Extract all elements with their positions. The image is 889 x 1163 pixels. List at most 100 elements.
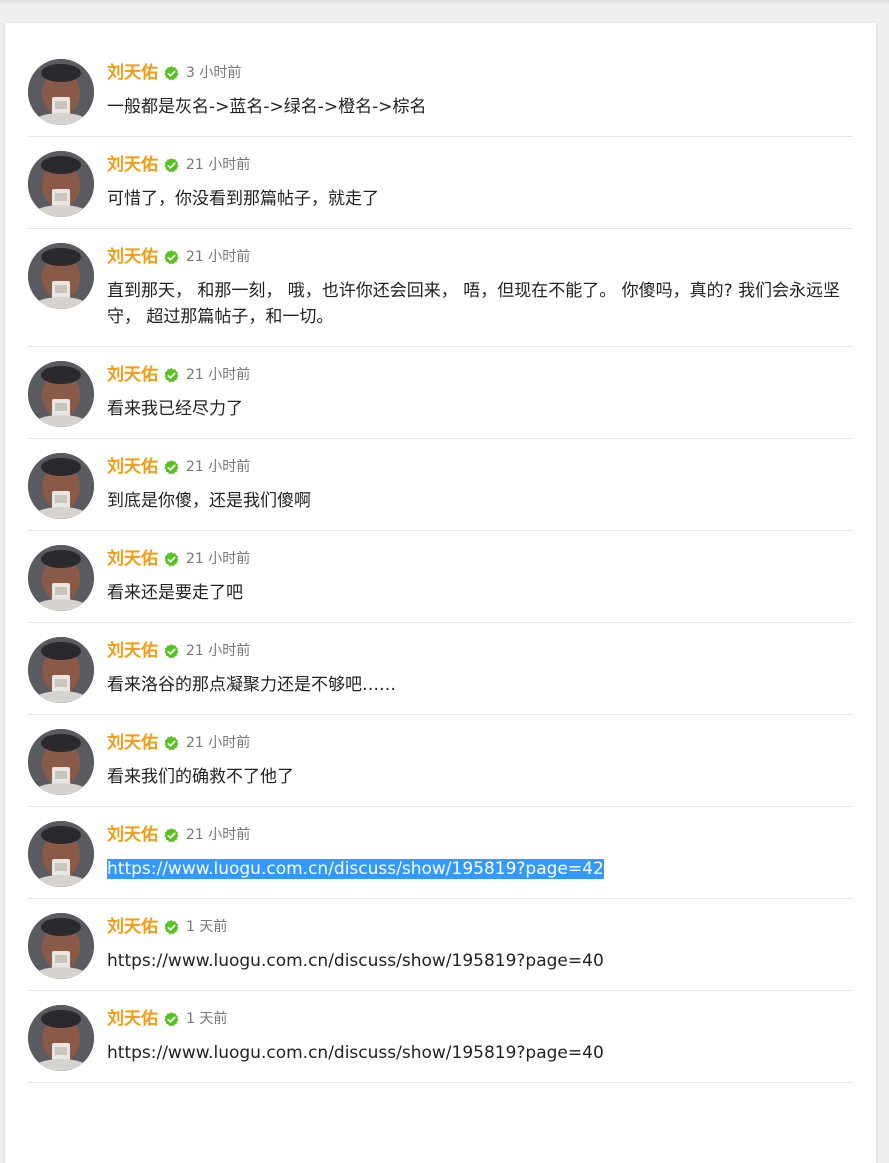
comment-content: 看来还是要走了吧	[107, 580, 853, 606]
comment-time: 21 小时前	[186, 551, 251, 567]
comment-meta: 刘天佑 1 天前	[107, 915, 853, 939]
comment-body: 刘天佑 21 小时前 看来还是要走了吧	[107, 547, 853, 606]
comment-card: 刘天佑 3 小时前 一般都是灰名->蓝名->绿名->橙名->棕名 刘天佑 21 …	[5, 23, 876, 1163]
comment-body: 刘天佑 3 小时前 一般都是灰名->蓝名->绿名->橙名->棕名	[107, 61, 853, 120]
comment-item: 刘天佑 21 小时前 看来我已经尽力了	[28, 347, 853, 439]
comment-body: 刘天佑 21 小时前 看来洛谷的那点凝聚力还是不够吧……	[107, 639, 853, 698]
comment-time: 21 小时前	[186, 157, 251, 173]
author-name[interactable]: 刘天佑	[107, 731, 158, 755]
comment-meta: 刘天佑 21 小时前	[107, 153, 853, 177]
comment-meta: 刘天佑 21 小时前	[107, 639, 853, 663]
comment-content: 看来我已经尽力了	[107, 396, 853, 422]
comment-body: 刘天佑 21 小时前 看来我们的确救不了他了	[107, 731, 853, 790]
author-name[interactable]: 刘天佑	[107, 245, 158, 269]
avatar-photo	[28, 913, 94, 979]
verified-check-icon	[163, 459, 180, 476]
avatar[interactable]	[28, 59, 94, 125]
selected-link-text[interactable]: https://www.luogu.com.cn/discuss/show/19…	[107, 859, 604, 879]
comment-body: 刘天佑 21 小时前 看来我已经尽力了	[107, 363, 853, 422]
comment-text: 看来还是要走了吧	[107, 583, 243, 603]
comment-item: 刘天佑 21 小时前 看来我们的确救不了他了	[28, 715, 853, 807]
comment-list: 刘天佑 3 小时前 一般都是灰名->蓝名->绿名->橙名->棕名 刘天佑 21 …	[28, 45, 853, 1083]
avatar[interactable]	[28, 151, 94, 217]
comment-text: 一般都是灰名->蓝名->绿名->橙名->棕名	[107, 97, 427, 117]
comment-content: 直到那天， 和那一刻， 哦，也许你还会回来， 唔，但现在不能了。 你傻吗，真的?…	[107, 278, 853, 330]
author-name[interactable]: 刘天佑	[107, 639, 158, 663]
comment-content: 到底是你傻，还是我们傻啊	[107, 488, 853, 514]
author-name[interactable]: 刘天佑	[107, 1007, 158, 1031]
comment-item: 刘天佑 21 小时前 看来洛谷的那点凝聚力还是不够吧……	[28, 623, 853, 715]
verified-check-icon	[163, 367, 180, 384]
comment-body: 刘天佑 21 小时前 直到那天， 和那一刻， 哦，也许你还会回来， 唔，但现在不…	[107, 245, 853, 330]
comment-content: 看来我们的确救不了他了	[107, 764, 853, 790]
avatar-photo	[28, 59, 94, 125]
avatar[interactable]	[28, 1005, 94, 1071]
avatar-photo	[28, 545, 94, 611]
comment-content: https://www.luogu.com.cn/discuss/show/19…	[107, 856, 853, 882]
avatar-photo	[28, 243, 94, 309]
verified-check-icon	[163, 919, 180, 936]
comment-item: 刘天佑 21 小时前 可惜了，你没看到那篇帖子，就走了	[28, 137, 853, 229]
author-name[interactable]: 刘天佑	[107, 363, 158, 387]
comment-body: 刘天佑 1 天前 https://www.luogu.com.cn/discus…	[107, 1007, 853, 1066]
comment-content: 看来洛谷的那点凝聚力还是不够吧……	[107, 672, 853, 698]
avatar[interactable]	[28, 453, 94, 519]
author-name[interactable]: 刘天佑	[107, 455, 158, 479]
comment-meta: 刘天佑 21 小时前	[107, 363, 853, 387]
comment-text: 直到那天， 和那一刻， 哦，也许你还会回来， 唔，但现在不能了。 你傻吗，真的?…	[107, 281, 841, 327]
verified-check-icon	[163, 1011, 180, 1028]
author-name[interactable]: 刘天佑	[107, 915, 158, 939]
comment-item: 刘天佑 21 小时前 https://www.luogu.com.cn/disc…	[28, 807, 853, 899]
avatar[interactable]	[28, 243, 94, 309]
avatar-photo	[28, 637, 94, 703]
comment-content: https://www.luogu.com.cn/discuss/show/19…	[107, 1040, 853, 1066]
avatar[interactable]	[28, 545, 94, 611]
comment-meta: 刘天佑 3 小时前	[107, 61, 853, 85]
comment-time: 21 小时前	[186, 827, 251, 843]
top-bar-shadow	[0, 0, 889, 4]
comment-item: 刘天佑 21 小时前 到底是你傻，还是我们傻啊	[28, 439, 853, 531]
comment-body: 刘天佑 21 小时前 https://www.luogu.com.cn/disc…	[107, 823, 853, 882]
comment-meta: 刘天佑 21 小时前	[107, 731, 853, 755]
author-name[interactable]: 刘天佑	[107, 61, 158, 85]
comment-text: 到底是你傻，还是我们傻啊	[107, 491, 311, 511]
verified-check-icon	[163, 827, 180, 844]
comment-text: 看来洛谷的那点凝聚力还是不够吧……	[107, 675, 396, 695]
comment-time: 1 天前	[186, 919, 228, 935]
avatar[interactable]	[28, 361, 94, 427]
avatar-photo	[28, 1005, 94, 1071]
comment-text: https://www.luogu.com.cn/discuss/show/19…	[107, 1043, 604, 1063]
avatar-photo	[28, 453, 94, 519]
comment-item: 刘天佑 3 小时前 一般都是灰名->蓝名->绿名->橙名->棕名	[28, 45, 853, 137]
comment-item: 刘天佑 21 小时前 直到那天， 和那一刻， 哦，也许你还会回来， 唔，但现在不…	[28, 229, 853, 347]
comment-time: 3 小时前	[186, 65, 242, 81]
comment-time: 21 小时前	[186, 249, 251, 265]
comment-text: 看来我已经尽力了	[107, 399, 243, 419]
comment-content: https://www.luogu.com.cn/discuss/show/19…	[107, 948, 853, 974]
verified-check-icon	[163, 551, 180, 568]
comment-meta: 刘天佑 21 小时前	[107, 823, 853, 847]
author-name[interactable]: 刘天佑	[107, 823, 158, 847]
comment-text: 看来我们的确救不了他了	[107, 767, 294, 787]
comment-content: 一般都是灰名->蓝名->绿名->橙名->棕名	[107, 94, 853, 120]
comment-body: 刘天佑 21 小时前 可惜了，你没看到那篇帖子，就走了	[107, 153, 853, 212]
comment-time: 21 小时前	[186, 367, 251, 383]
comment-meta: 刘天佑 21 小时前	[107, 245, 853, 269]
avatar[interactable]	[28, 729, 94, 795]
author-name[interactable]: 刘天佑	[107, 547, 158, 571]
comment-item: 刘天佑 21 小时前 看来还是要走了吧	[28, 531, 853, 623]
verified-check-icon	[163, 249, 180, 266]
comment-body: 刘天佑 1 天前 https://www.luogu.com.cn/discus…	[107, 915, 853, 974]
comment-text: 可惜了，你没看到那篇帖子，就走了	[107, 189, 379, 209]
avatar[interactable]	[28, 913, 94, 979]
author-name[interactable]: 刘天佑	[107, 153, 158, 177]
comment-time: 21 小时前	[186, 735, 251, 751]
comment-meta: 刘天佑 21 小时前	[107, 455, 853, 479]
comment-time: 21 小时前	[186, 643, 251, 659]
verified-check-icon	[163, 65, 180, 82]
comment-meta: 刘天佑 1 天前	[107, 1007, 853, 1031]
avatar-photo	[28, 151, 94, 217]
avatar[interactable]	[28, 637, 94, 703]
verified-check-icon	[163, 157, 180, 174]
avatar[interactable]	[28, 821, 94, 887]
